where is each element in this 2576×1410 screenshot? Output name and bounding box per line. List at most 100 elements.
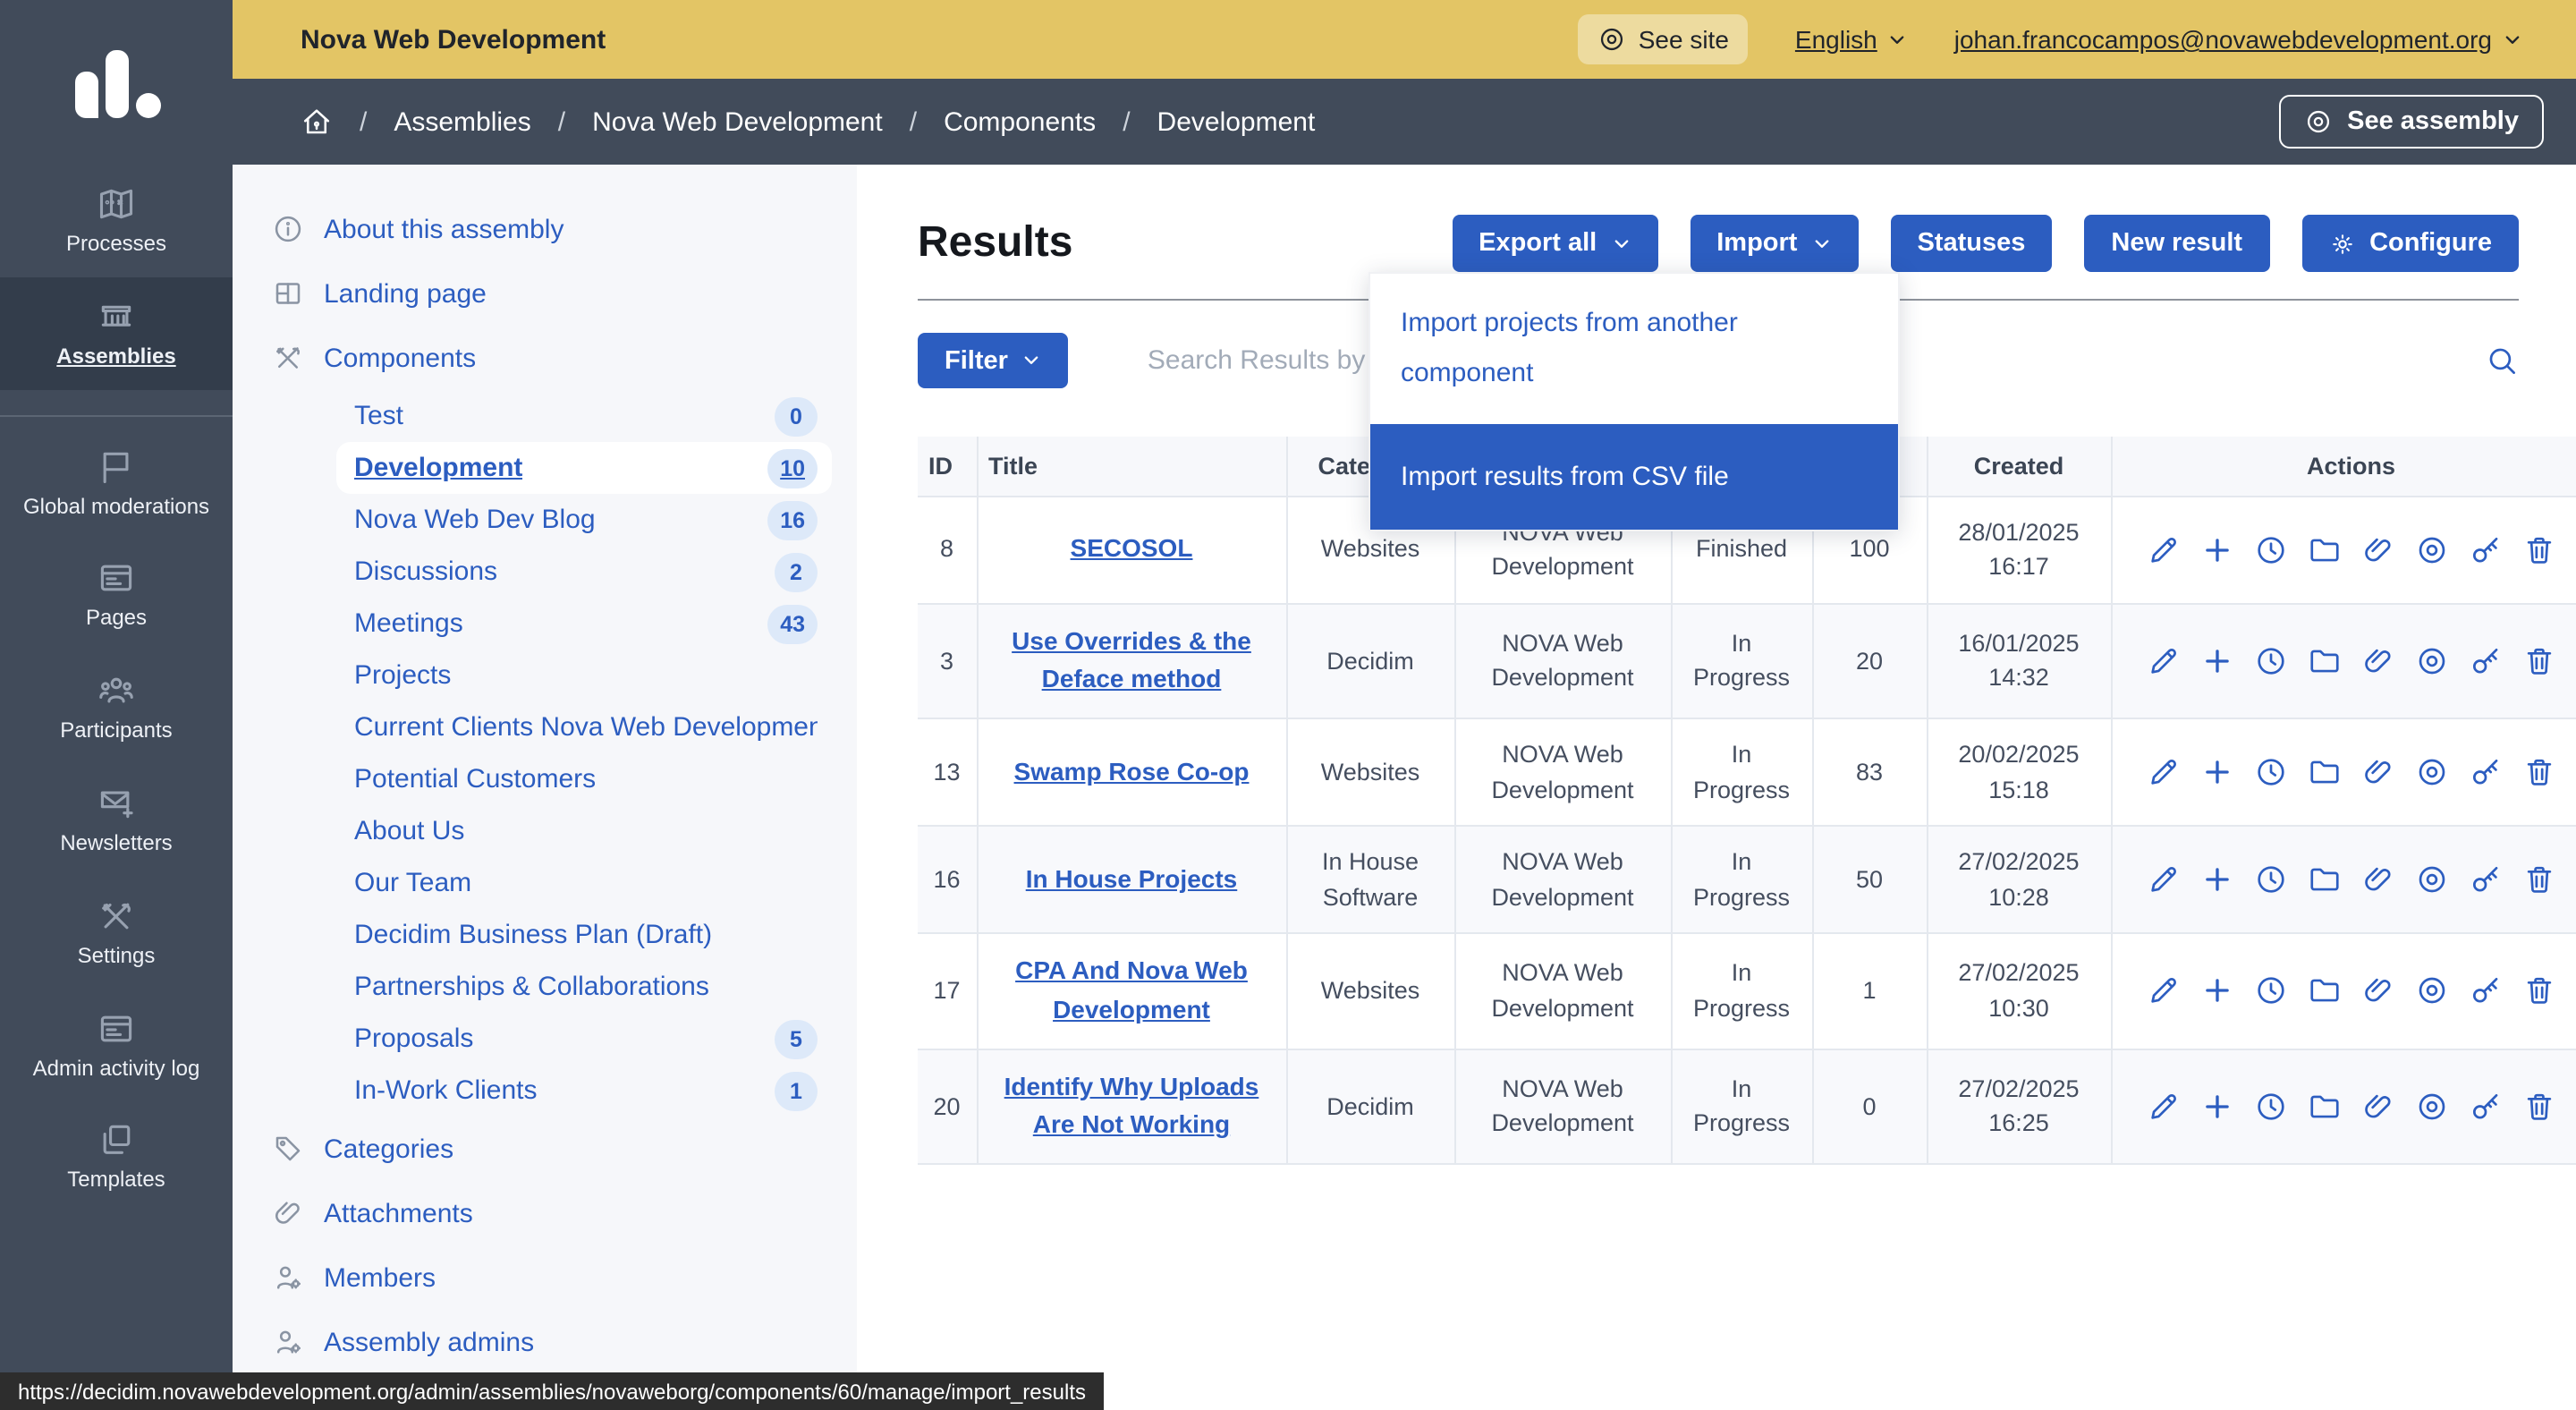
- plus-icon[interactable]: [2200, 974, 2234, 1008]
- result-title-link[interactable]: CPA And Nova Web Development: [1015, 956, 1248, 1024]
- see-assembly-button[interactable]: See assembly: [2279, 95, 2544, 149]
- eye-icon[interactable]: [2415, 862, 2449, 896]
- sidebar-item-admin-activity-log[interactable]: Admin activity log: [0, 989, 233, 1101]
- component-item-nova-web-dev-blog[interactable]: Nova Web Dev Blog16: [336, 494, 832, 546]
- pencil-icon[interactable]: [2147, 862, 2181, 896]
- sidebar-item-processes[interactable]: Processes: [0, 165, 233, 277]
- trash-icon[interactable]: [2522, 1090, 2556, 1124]
- home-icon[interactable]: [301, 106, 333, 138]
- sidebar-item-participants[interactable]: Participants: [0, 651, 233, 764]
- eye-icon[interactable]: [2415, 532, 2449, 566]
- plus-icon[interactable]: [2200, 532, 2234, 566]
- trash-icon[interactable]: [2522, 532, 2556, 566]
- paperclip-icon[interactable]: [2361, 862, 2395, 896]
- result-title-link[interactable]: SECOSOL: [1071, 533, 1193, 562]
- component-item-projects[interactable]: Projects: [336, 650, 832, 701]
- component-item-discussions[interactable]: Discussions2: [336, 546, 832, 598]
- new-result-button[interactable]: New result: [2084, 215, 2269, 272]
- folder-icon[interactable]: [2308, 755, 2342, 789]
- breadcrumb-item-development[interactable]: Development: [1157, 106, 1316, 137]
- component-item-proposals[interactable]: Proposals5: [336, 1013, 832, 1065]
- plus-icon[interactable]: [2200, 862, 2234, 896]
- component-item-about-us[interactable]: About Us: [336, 805, 832, 857]
- paperclip-icon[interactable]: [2361, 974, 2395, 1008]
- paperclip-icon[interactable]: [2361, 1090, 2395, 1124]
- sidebar-item-global-moderations[interactable]: Global moderations: [0, 427, 233, 539]
- component-item-current-clients-nova-web-development[interactable]: Current Clients Nova Web Development: [336, 701, 832, 753]
- import-button[interactable]: Import: [1690, 215, 1858, 272]
- paperclip-icon[interactable]: [2361, 532, 2395, 566]
- see-site-button[interactable]: See site: [1578, 14, 1749, 64]
- breadcrumb-item-nova-web-development[interactable]: Nova Web Development: [592, 106, 883, 137]
- sidebar-item-newsletters[interactable]: Newsletters: [0, 764, 233, 877]
- sidebar-item-settings[interactable]: Settings: [0, 877, 233, 990]
- pencil-icon[interactable]: [2147, 755, 2181, 789]
- assembly-nav-components[interactable]: Components: [272, 326, 839, 390]
- folder-icon[interactable]: [2308, 532, 2342, 566]
- component-item-potential-customers[interactable]: Potential Customers: [336, 753, 832, 805]
- assembly-nav-attachments[interactable]: Attachments: [272, 1181, 839, 1245]
- trash-icon[interactable]: [2522, 862, 2556, 896]
- key-icon[interactable]: [2469, 644, 2503, 678]
- user-menu[interactable]: johan.francocampos@novawebdevelopment.or…: [1954, 25, 2522, 54]
- plus-icon[interactable]: [2200, 1090, 2234, 1124]
- clock-icon[interactable]: [2254, 974, 2288, 1008]
- clock-icon[interactable]: [2254, 1090, 2288, 1124]
- clock-icon[interactable]: [2254, 644, 2288, 678]
- key-icon[interactable]: [2469, 862, 2503, 896]
- sidebar-item-templates[interactable]: Templates: [0, 1101, 233, 1214]
- paperclip-icon[interactable]: [2361, 755, 2395, 789]
- folder-icon[interactable]: [2308, 974, 2342, 1008]
- breadcrumb-item-components[interactable]: Components: [944, 106, 1096, 137]
- clock-icon[interactable]: [2254, 532, 2288, 566]
- pencil-icon[interactable]: [2147, 644, 2181, 678]
- pencil-icon[interactable]: [2147, 1090, 2181, 1124]
- assembly-nav-about-this-assembly[interactable]: About this assembly: [272, 197, 839, 261]
- component-item-our-team[interactable]: Our Team: [336, 857, 832, 909]
- pencil-icon[interactable]: [2147, 532, 2181, 566]
- export-all-button[interactable]: Export all: [1452, 215, 1657, 272]
- statuses-button[interactable]: Statuses: [1890, 215, 2052, 272]
- key-icon[interactable]: [2469, 974, 2503, 1008]
- result-title-link[interactable]: Use Overrides & the Deface method: [1012, 625, 1251, 692]
- key-icon[interactable]: [2469, 1090, 2503, 1124]
- menu-item-import-results-from-csv-file[interactable]: Import results from CSV file: [1370, 423, 1898, 531]
- component-item-partnerships-collaborations[interactable]: Partnerships & Collaborations: [336, 961, 832, 1013]
- sidebar-item-assemblies[interactable]: Assemblies: [0, 277, 233, 390]
- key-icon[interactable]: [2469, 755, 2503, 789]
- trash-icon[interactable]: [2522, 755, 2556, 789]
- menu-item-import-projects-from-another-component[interactable]: Import projects from another component: [1370, 274, 1898, 423]
- language-selector[interactable]: English: [1795, 25, 1908, 54]
- clock-icon[interactable]: [2254, 755, 2288, 789]
- key-icon[interactable]: [2469, 532, 2503, 566]
- result-title-link[interactable]: Identify Why Uploads Are Not Working: [1004, 1071, 1259, 1138]
- assembly-nav-members[interactable]: Members: [272, 1245, 839, 1310]
- assembly-nav-landing-page[interactable]: Landing page: [272, 261, 839, 326]
- decidim-logo[interactable]: [0, 0, 233, 165]
- trash-icon[interactable]: [2522, 644, 2556, 678]
- plus-icon[interactable]: [2200, 644, 2234, 678]
- filter-button[interactable]: Filter: [918, 333, 1069, 388]
- folder-icon[interactable]: [2308, 1090, 2342, 1124]
- configure-button[interactable]: Configure: [2301, 215, 2519, 272]
- assembly-nav-categories[interactable]: Categories: [272, 1117, 839, 1181]
- result-title-link[interactable]: In House Projects: [1026, 864, 1238, 893]
- pencil-icon[interactable]: [2147, 974, 2181, 1008]
- sidebar-item-pages[interactable]: Pages: [0, 539, 233, 652]
- trash-icon[interactable]: [2522, 974, 2556, 1008]
- assembly-nav-assembly-admins[interactable]: Assembly admins: [272, 1310, 839, 1374]
- breadcrumb-item-assemblies[interactable]: Assemblies: [394, 106, 530, 137]
- component-item-test[interactable]: Test0: [336, 390, 832, 442]
- component-item-decidim-business-plan-draft[interactable]: Decidim Business Plan (Draft): [336, 909, 832, 961]
- component-item-development[interactable]: Development10: [336, 442, 832, 494]
- eye-icon[interactable]: [2415, 755, 2449, 789]
- result-title-link[interactable]: Swamp Rose Co-op: [1014, 756, 1250, 785]
- folder-icon[interactable]: [2308, 644, 2342, 678]
- clock-icon[interactable]: [2254, 862, 2288, 896]
- eye-icon[interactable]: [2415, 1090, 2449, 1124]
- eye-icon[interactable]: [2415, 644, 2449, 678]
- plus-icon[interactable]: [2200, 755, 2234, 789]
- search-icon[interactable]: [2485, 344, 2519, 378]
- folder-icon[interactable]: [2308, 862, 2342, 896]
- paperclip-icon[interactable]: [2361, 644, 2395, 678]
